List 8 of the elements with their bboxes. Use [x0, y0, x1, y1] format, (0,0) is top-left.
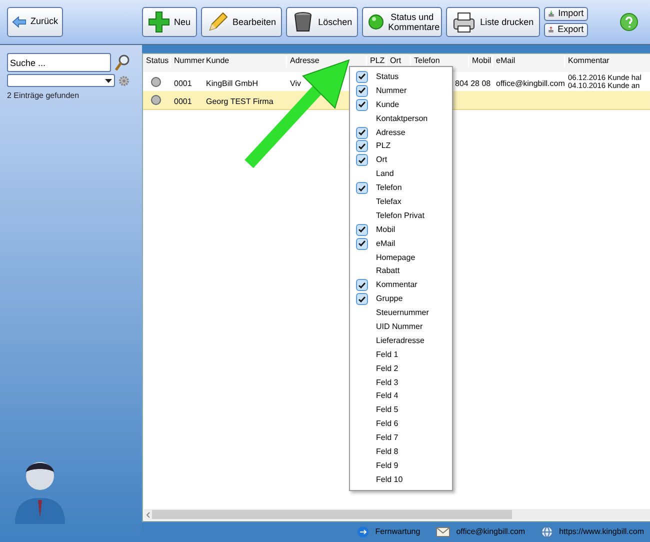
- result-count: 2 Einträge gefunden: [7, 90, 80, 102]
- table-cell: KingBill GmbH: [206, 78, 258, 88]
- table-cell: 0001: [174, 97, 192, 106]
- table-cell: Viv: [290, 78, 301, 88]
- table-cell: Georg TEST Firma: [206, 97, 274, 106]
- table-cell: office@kingbill.com: [496, 78, 565, 88]
- table-cell: 804 28 08: [455, 78, 491, 88]
- table-cell: 0001: [174, 78, 192, 88]
